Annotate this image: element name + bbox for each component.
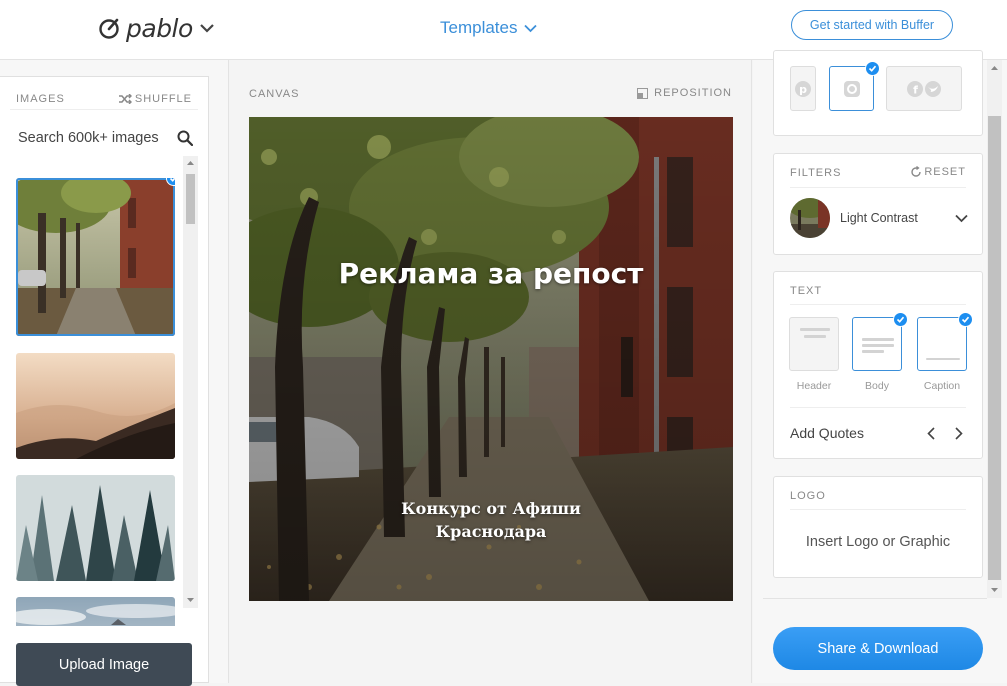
search-input[interactable]: [18, 130, 168, 146]
reposition-button[interactable]: REPOSITION: [637, 87, 732, 99]
size-card: p f: [773, 50, 983, 136]
chevron-down-icon: [955, 214, 968, 222]
caption-label: Caption: [923, 380, 961, 392]
divider: [790, 187, 966, 188]
upload-image-button[interactable]: Upload Image: [16, 643, 192, 686]
filter-preview-image: [790, 198, 830, 238]
images-scrollbar[interactable]: [183, 156, 198, 608]
chevron-down-icon: [524, 24, 538, 32]
sky-thumbnail[interactable]: [16, 597, 175, 626]
header-text-option[interactable]: [789, 317, 839, 371]
divider: [790, 407, 966, 408]
image-search: [18, 127, 193, 149]
pablo-logo-icon: [99, 18, 119, 39]
autumn-street-image: [16, 178, 175, 336]
instagram-size-option[interactable]: [829, 61, 880, 111]
instagram-icon: [843, 80, 860, 97]
search-icon[interactable]: [177, 130, 193, 146]
logo-title: LOGO: [790, 490, 826, 502]
facebook-twitter-size-option[interactable]: f: [886, 66, 962, 111]
quote-navigation: [924, 424, 966, 442]
images-title: IMAGES: [16, 93, 65, 105]
filter-name: Light Contrast: [840, 211, 918, 225]
add-quotes-label[interactable]: Add Quotes: [790, 425, 864, 441]
caption-text-option[interactable]: [917, 312, 973, 371]
prev-quote-button[interactable]: [924, 424, 938, 442]
filters-card: FILTERS RESET Light Contrast: [773, 153, 983, 255]
design-canvas[interactable]: Реклама за репост Конкурс от Афиши Красн…: [249, 117, 733, 601]
filters-title: FILTERS: [790, 167, 842, 179]
facebook-twitter-icon: f: [907, 80, 941, 97]
templates-dropdown[interactable]: Templates: [440, 18, 538, 38]
reset-icon: [911, 166, 922, 177]
body-text-option[interactable]: [852, 312, 908, 371]
reset-filters-button[interactable]: RESET: [910, 166, 966, 178]
images-panel: IMAGES SHUFFLE Search 600k+ images Uploa…: [0, 60, 229, 686]
text-card: TEXT Header Body Caption Add Quotes: [773, 271, 983, 459]
header-label: Header: [796, 380, 832, 392]
logo-card: LOGO Insert Logo or Graphic: [773, 476, 983, 578]
divider: [10, 109, 198, 110]
canvas-area: CANVAS REPOSITION Реклама за репост Конк…: [230, 60, 752, 683]
shuffle-icon: [118, 94, 132, 104]
divider: [790, 304, 966, 305]
reposition-icon: [637, 87, 649, 99]
reposition-label: REPOSITION: [654, 87, 732, 99]
foggy-mountains-thumbnail[interactable]: [16, 353, 175, 459]
settings-panel: p f FILTERS RESET Light Contrast TEXT He…: [753, 50, 1007, 683]
chevron-left-icon: [927, 426, 935, 440]
text-title: TEXT: [790, 285, 823, 297]
chevron-down-icon[interactable]: [199, 20, 215, 36]
pablo-logo[interactable]: pablo: [98, 12, 215, 44]
shuffle-label: SHUFFLE: [134, 93, 192, 105]
divider: [763, 598, 987, 599]
insert-logo-button[interactable]: Insert Logo or Graphic: [774, 534, 982, 550]
image-results: [16, 178, 176, 626]
autumn-street-thumbnail[interactable]: [16, 178, 175, 336]
foggy-mountains-image: [16, 353, 175, 459]
selected-check-icon: [865, 61, 880, 76]
chevron-right-icon: [955, 426, 963, 440]
body-label: Body: [865, 380, 889, 392]
settings-scrollbar[interactable]: [987, 60, 1002, 598]
pinterest-icon: p: [795, 80, 811, 97]
canvas-headline[interactable]: Реклама за репост: [249, 257, 733, 290]
share-download-button[interactable]: Share & Download: [773, 627, 983, 670]
divider: [790, 509, 966, 510]
selected-check-icon: [958, 312, 973, 327]
get-started-button[interactable]: Get started with Buffer: [791, 10, 953, 40]
misty-forest-image: [16, 475, 175, 581]
images-card: IMAGES SHUFFLE Search 600k+ images Uploa…: [0, 76, 209, 686]
selected-check-icon: [893, 312, 908, 327]
sky-image: [16, 597, 175, 626]
canvas-body-text[interactable]: Конкурс от Афиши Краснодара: [391, 497, 591, 543]
canvas-label: CANVAS: [249, 88, 300, 100]
svg-text:p: p: [799, 83, 807, 96]
filter-dropdown[interactable]: Light Contrast: [790, 198, 968, 238]
logo-text: pablo: [126, 13, 193, 43]
reset-label: RESET: [924, 166, 966, 178]
images-header: IMAGES SHUFFLE: [16, 89, 192, 109]
templates-label: Templates: [440, 18, 518, 37]
svg-text:f: f: [913, 83, 918, 96]
pinterest-size-option[interactable]: p: [790, 66, 816, 111]
next-quote-button[interactable]: [952, 424, 966, 442]
shuffle-button[interactable]: SHUFFLE: [118, 93, 192, 105]
misty-forest-thumbnail[interactable]: [16, 475, 175, 581]
